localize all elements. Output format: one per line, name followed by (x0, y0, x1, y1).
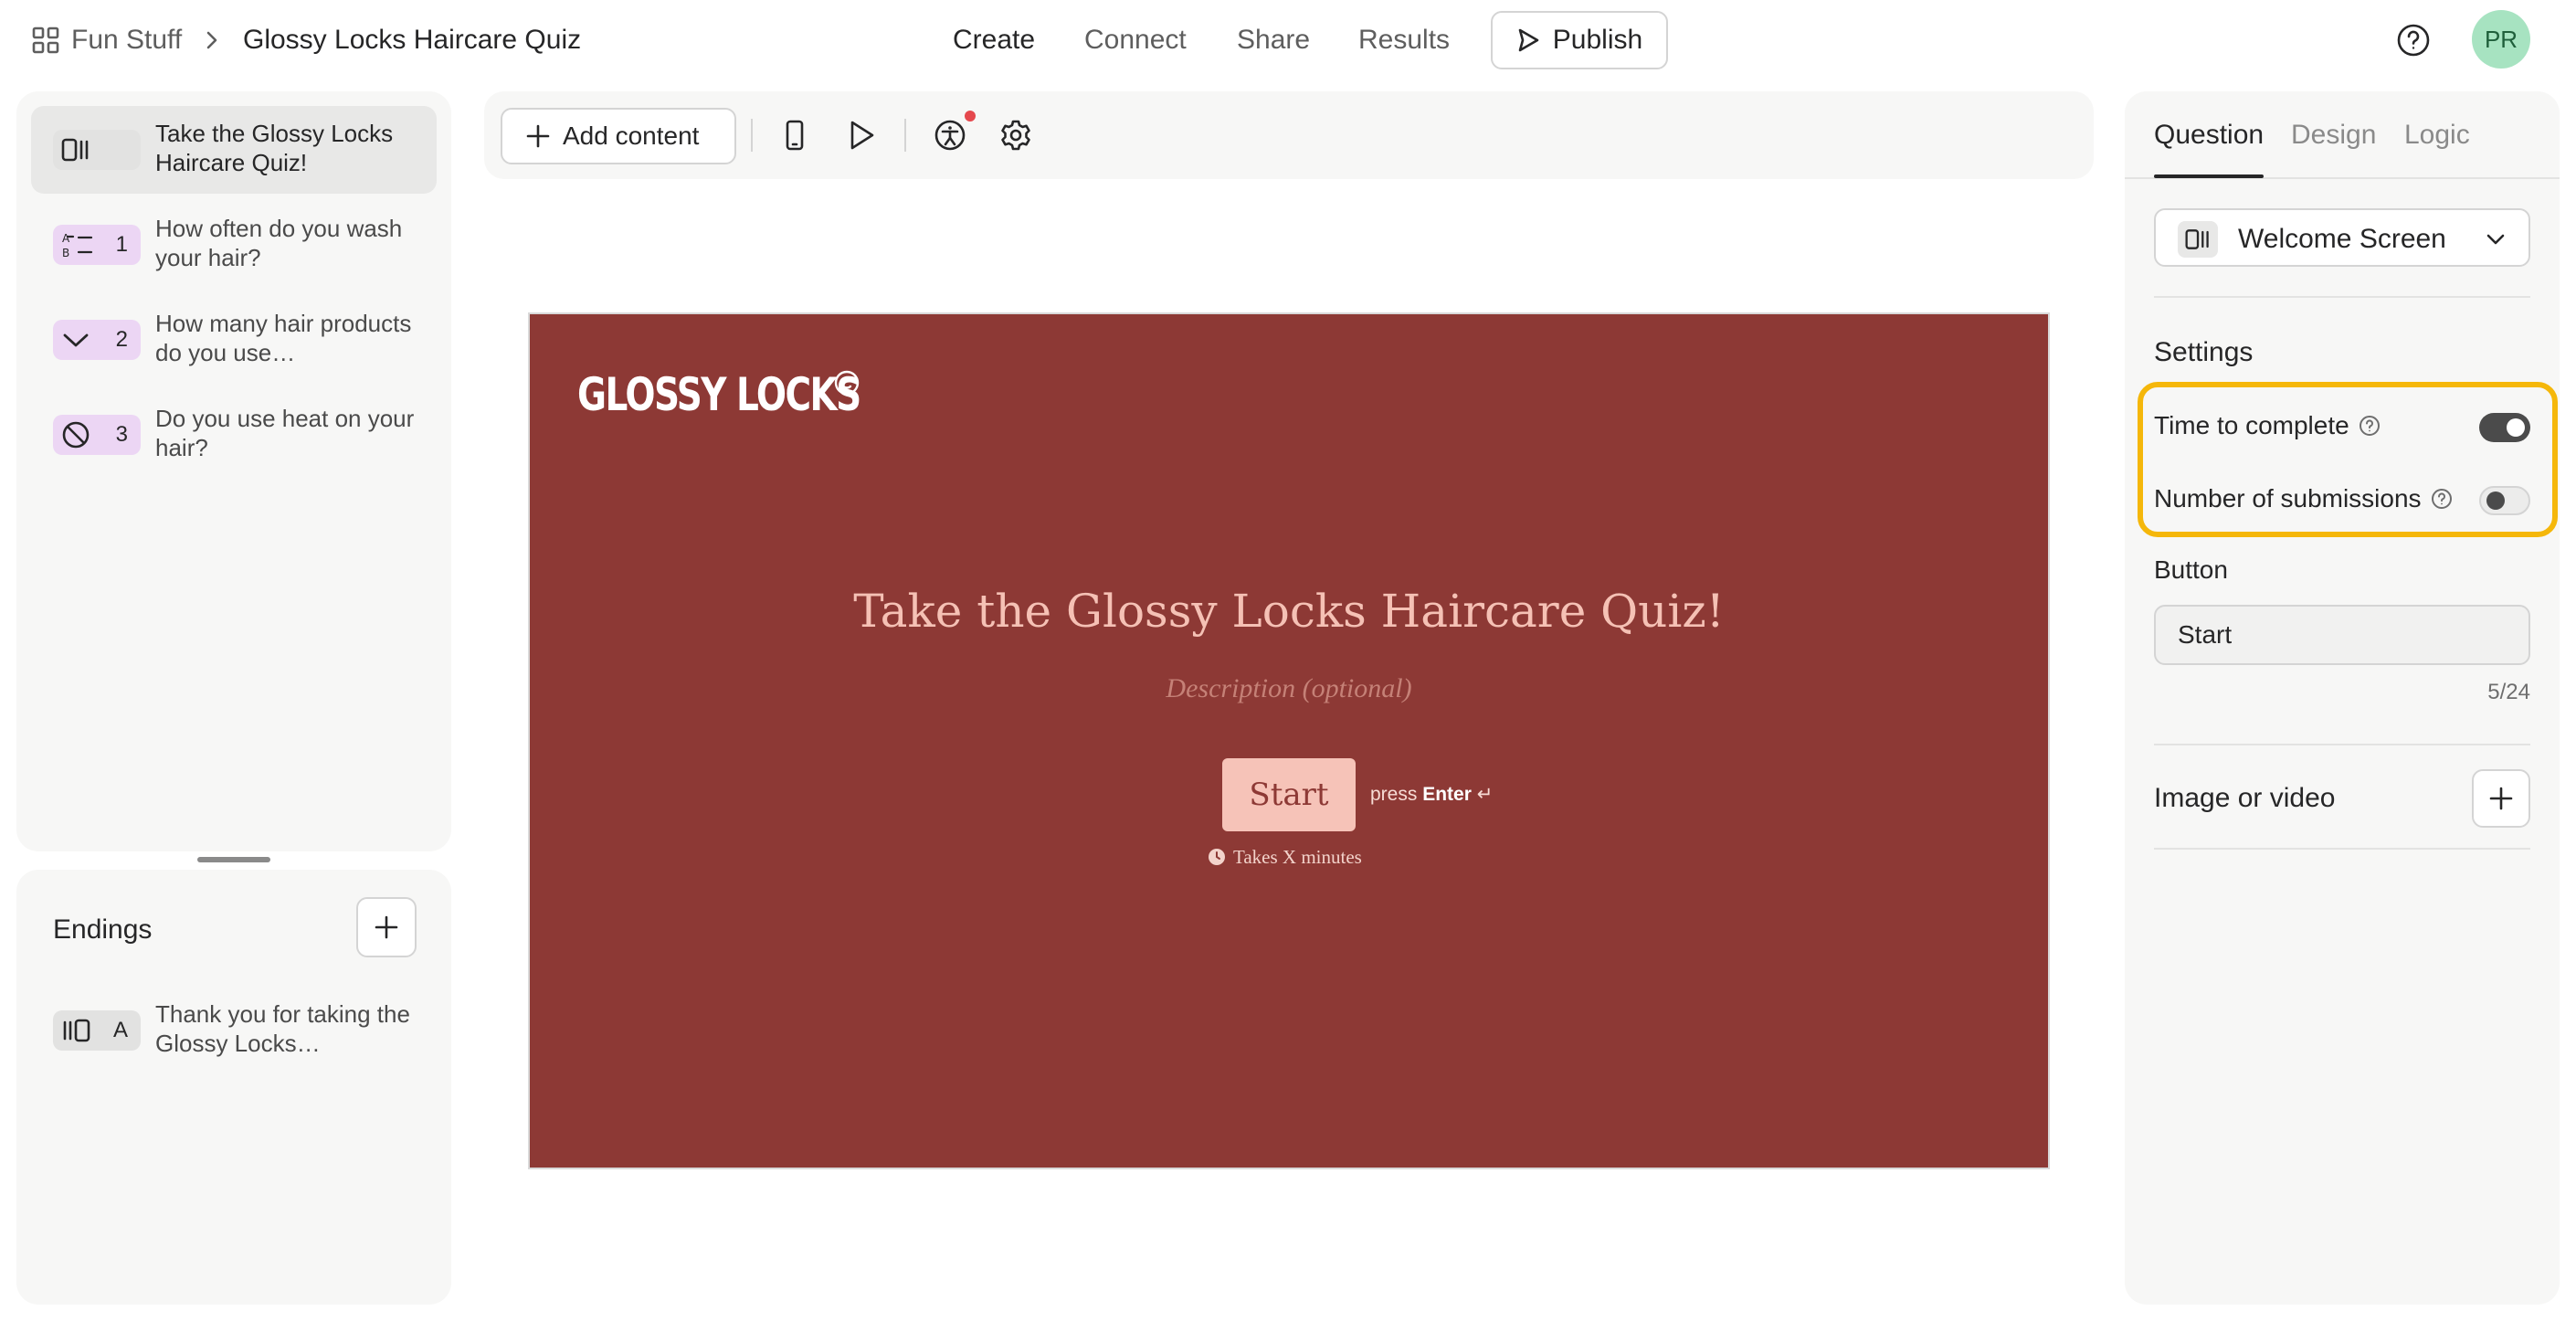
help-icon[interactable] (2395, 22, 2432, 58)
breadcrumb-form-title[interactable]: Glossy Locks Haircare Quiz (243, 22, 581, 58)
settings-title: Settings (2154, 337, 2254, 367)
add-media-button[interactable] (2472, 769, 2530, 828)
question-number: 3 (115, 422, 128, 447)
toolbar-divider (904, 119, 906, 152)
question-type-label: Welcome Screen (2238, 224, 2446, 254)
section-divider (2154, 744, 2530, 745)
panel-resize-handle[interactable] (197, 857, 270, 862)
welcome-title[interactable]: Take the Glossy Locks Haircare Quiz! (528, 581, 2050, 641)
question-type-select[interactable]: Welcome Screen (2154, 208, 2530, 267)
yes-no-icon: 3 (53, 415, 141, 455)
ending-title: Thank you for taking the Glossy Locks… (155, 1000, 410, 1057)
multiple-choice-icon: A B 1 (53, 225, 141, 265)
tab-design[interactable]: Design (2291, 117, 2376, 153)
question-item-3[interactable]: 3 Do you use heat on your hair? (31, 391, 437, 479)
publish-label: Publish (1552, 25, 1643, 55)
toggle-knob (2507, 418, 2525, 437)
nav-share[interactable]: Share (1237, 22, 1310, 58)
button-field-label: Button (2154, 555, 2228, 584)
question-item-2[interactable]: 2 How many hair products do you use… (31, 296, 437, 384)
nav-create[interactable]: Create (953, 22, 1035, 58)
character-count: 5/24 (2487, 680, 2530, 704)
number-of-submissions-label: Number of submissions (2154, 484, 2422, 513)
accessibility-icon[interactable] (934, 119, 966, 152)
add-content-label: Add content (563, 122, 700, 150)
ending-screen-icon: A (53, 1010, 141, 1051)
question-title: Take the Glossy Locks Haircare Quiz! (155, 120, 394, 176)
avatar[interactable]: PR (2472, 10, 2530, 69)
number-of-submissions-setting: Number of submissions (2154, 482, 2453, 515)
add-content-button[interactable]: Add content (501, 108, 736, 164)
question-title: How many hair products do you use… (155, 310, 412, 366)
nav-results[interactable]: Results (1358, 22, 1450, 58)
question-title: Do you use heat on your hair? (155, 405, 415, 461)
plus-icon (374, 914, 399, 940)
time-to-complete-hint: Takes X minutes (1208, 844, 1362, 870)
tab-question[interactable]: Question (2154, 117, 2264, 153)
plus-icon (2488, 786, 2514, 811)
press-text: press (1370, 784, 1418, 805)
info-icon[interactable] (2359, 415, 2381, 437)
clock-icon (1208, 848, 1226, 866)
question-number: 2 (115, 327, 128, 352)
enter-key-text: Enter (1422, 784, 1472, 805)
copyright-mark-icon (833, 369, 860, 396)
dropdown-icon: 2 (53, 320, 141, 360)
welcome-screen-icon (53, 130, 141, 170)
ending-item-a[interactable]: A Thank you for taking the Glossy Locks… (31, 987, 437, 1074)
ending-letter: A (112, 1018, 128, 1042)
button-text-input[interactable] (2154, 605, 2530, 665)
image-or-video-title: Image or video (2154, 783, 2336, 813)
number-of-submissions-toggle[interactable] (2479, 486, 2530, 515)
time-to-complete-setting: Time to complete (2154, 409, 2381, 442)
notification-dot (965, 111, 976, 122)
breadcrumb-chevron-icon (203, 28, 221, 52)
section-divider (2154, 296, 2530, 298)
mobile-preview-icon[interactable] (778, 119, 811, 152)
play-preview-icon[interactable] (844, 119, 877, 152)
svg-text:B: B (62, 247, 69, 259)
chevron-down-icon (2485, 228, 2507, 250)
question-item-1[interactable]: A B 1 How often do you wash your hair? (31, 201, 437, 289)
section-divider (2154, 848, 2530, 850)
start-button[interactable]: Start (1222, 758, 1356, 831)
toolbar-divider (751, 119, 753, 152)
question-number: 1 (115, 232, 128, 257)
description-placeholder[interactable]: Description (optional) (528, 671, 2050, 707)
press-enter-hint: press Enter ↵ (1370, 782, 1493, 808)
endings-title: Endings (53, 914, 153, 945)
time-to-complete-label: Time to complete (2154, 411, 2349, 439)
question-item-welcome[interactable]: Take the Glossy Locks Haircare Quiz! (31, 106, 437, 194)
brand-logo: GLOSSY LOCKS (577, 368, 861, 421)
nav-connect[interactable]: Connect (1084, 22, 1187, 58)
info-icon[interactable] (2431, 488, 2453, 510)
active-tab-indicator (2154, 174, 2264, 178)
add-ending-button[interactable] (356, 897, 417, 957)
apps-grid-icon[interactable] (31, 26, 60, 55)
time-to-complete-toggle[interactable] (2479, 413, 2530, 442)
welcome-screen-icon (2178, 221, 2218, 258)
publish-button[interactable]: Publish (1491, 11, 1668, 69)
plus-icon (526, 124, 550, 148)
breadcrumb-workspace[interactable]: Fun Stuff (71, 22, 182, 58)
time-text: Takes X minutes (1233, 846, 1362, 868)
welcome-screen-preview[interactable] (528, 312, 2050, 1169)
svg-text:A: A (62, 232, 70, 245)
question-title: How often do you wash your hair? (155, 215, 403, 271)
play-icon (1516, 27, 1540, 53)
gear-icon[interactable] (999, 119, 1032, 152)
enter-key-icon: ↵ (1476, 784, 1494, 805)
tab-logic[interactable]: Logic (2404, 117, 2470, 153)
toggle-knob (2486, 491, 2505, 510)
